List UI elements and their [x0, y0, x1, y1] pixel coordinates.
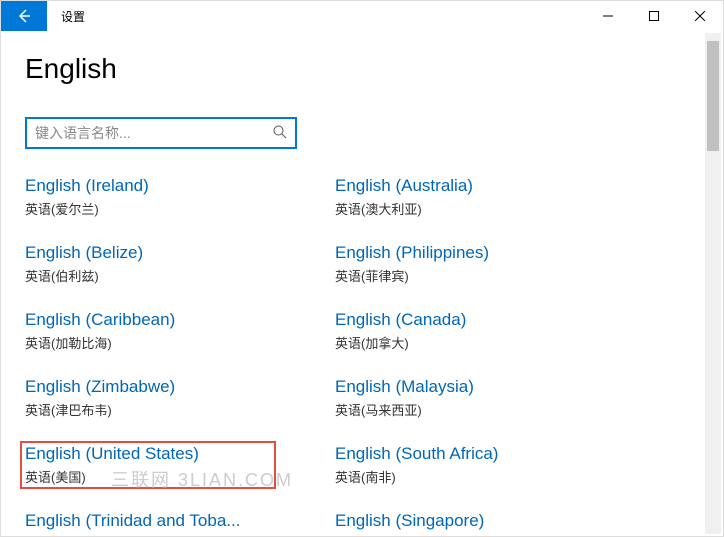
list-item[interactable]: English (United States) 英语(美国)	[25, 441, 335, 488]
page-title: English	[25, 53, 699, 85]
language-local-name: 英语(菲律宾)	[335, 266, 645, 285]
list-item[interactable]: English (Belize) 英语(伯利兹)	[25, 240, 335, 287]
window-title: 设置	[47, 1, 99, 31]
language-local-name: 英语(澳大利亚)	[335, 199, 645, 218]
list-item[interactable]: English (Canada) 英语(加拿大)	[335, 307, 645, 354]
language-list: English (Ireland) 英语(爱尔兰) English (Belize…	[25, 173, 699, 536]
arrow-left-icon	[16, 8, 32, 24]
content-area: English English (Ireland) 英语(爱尔兰) English…	[1, 31, 723, 536]
language-english-name: English (Caribbean)	[25, 309, 305, 331]
language-english-name: English (Singapore)	[335, 510, 615, 532]
list-item[interactable]: English (Australia) 英语(澳大利亚)	[335, 173, 645, 220]
language-english-name: English (Philippines)	[335, 242, 615, 264]
list-item[interactable]: English (Singapore)	[335, 508, 645, 536]
language-column-right: English (Australia) 英语(澳大利亚) English (Phi…	[335, 173, 645, 536]
language-english-name: English (South Africa)	[335, 443, 615, 465]
language-local-name: 英语(美国)	[25, 467, 335, 486]
language-local-name: 英语(马来西亚)	[335, 400, 645, 419]
scrollbar[interactable]	[705, 33, 721, 534]
list-item[interactable]: English (South Africa) 英语(南非)	[335, 441, 645, 488]
search-box[interactable]	[25, 117, 297, 149]
language-english-name: English (Ireland)	[25, 175, 305, 197]
list-item[interactable]: English (Ireland) 英语(爱尔兰)	[25, 173, 335, 220]
search-input[interactable]	[35, 125, 273, 141]
language-local-name: 英语(加拿大)	[335, 333, 645, 352]
language-english-name: English (Belize)	[25, 242, 305, 264]
language-english-name: English (United States)	[25, 443, 305, 465]
language-local-name: 英语(津巴布韦)	[25, 400, 335, 419]
close-icon	[695, 11, 705, 21]
list-item[interactable]: English (Zimbabwe) 英语(津巴布韦)	[25, 374, 335, 421]
language-local-name: 英语(爱尔兰)	[25, 199, 335, 218]
language-english-name: English (Australia)	[335, 175, 615, 197]
maximize-button[interactable]	[631, 1, 677, 31]
language-english-name: English (Canada)	[335, 309, 615, 331]
titlebar: 设置	[1, 1, 723, 31]
language-english-name: English (Trinidad and Toba...	[25, 510, 305, 532]
language-local-name: 英语(南非)	[335, 467, 645, 486]
language-local-name: 英语(加勒比海)	[25, 333, 335, 352]
list-item[interactable]: English (Philippines) 英语(菲律宾)	[335, 240, 645, 287]
back-button[interactable]	[1, 1, 47, 31]
language-column-left: English (Ireland) 英语(爱尔兰) English (Belize…	[25, 173, 335, 536]
search-icon	[273, 125, 287, 142]
minimize-button[interactable]	[585, 1, 631, 31]
list-item[interactable]: English (Malaysia) 英语(马来西亚)	[335, 374, 645, 421]
minimize-icon	[603, 11, 613, 21]
list-item[interactable]: English (Trinidad and Toba...	[25, 508, 335, 536]
scrollbar-thumb[interactable]	[707, 41, 719, 151]
language-local-name: 英语(伯利兹)	[25, 266, 335, 285]
language-english-name: English (Zimbabwe)	[25, 376, 305, 398]
close-button[interactable]	[677, 1, 723, 31]
language-english-name: English (Malaysia)	[335, 376, 615, 398]
maximize-icon	[649, 11, 659, 21]
list-item[interactable]: English (Caribbean) 英语(加勒比海)	[25, 307, 335, 354]
